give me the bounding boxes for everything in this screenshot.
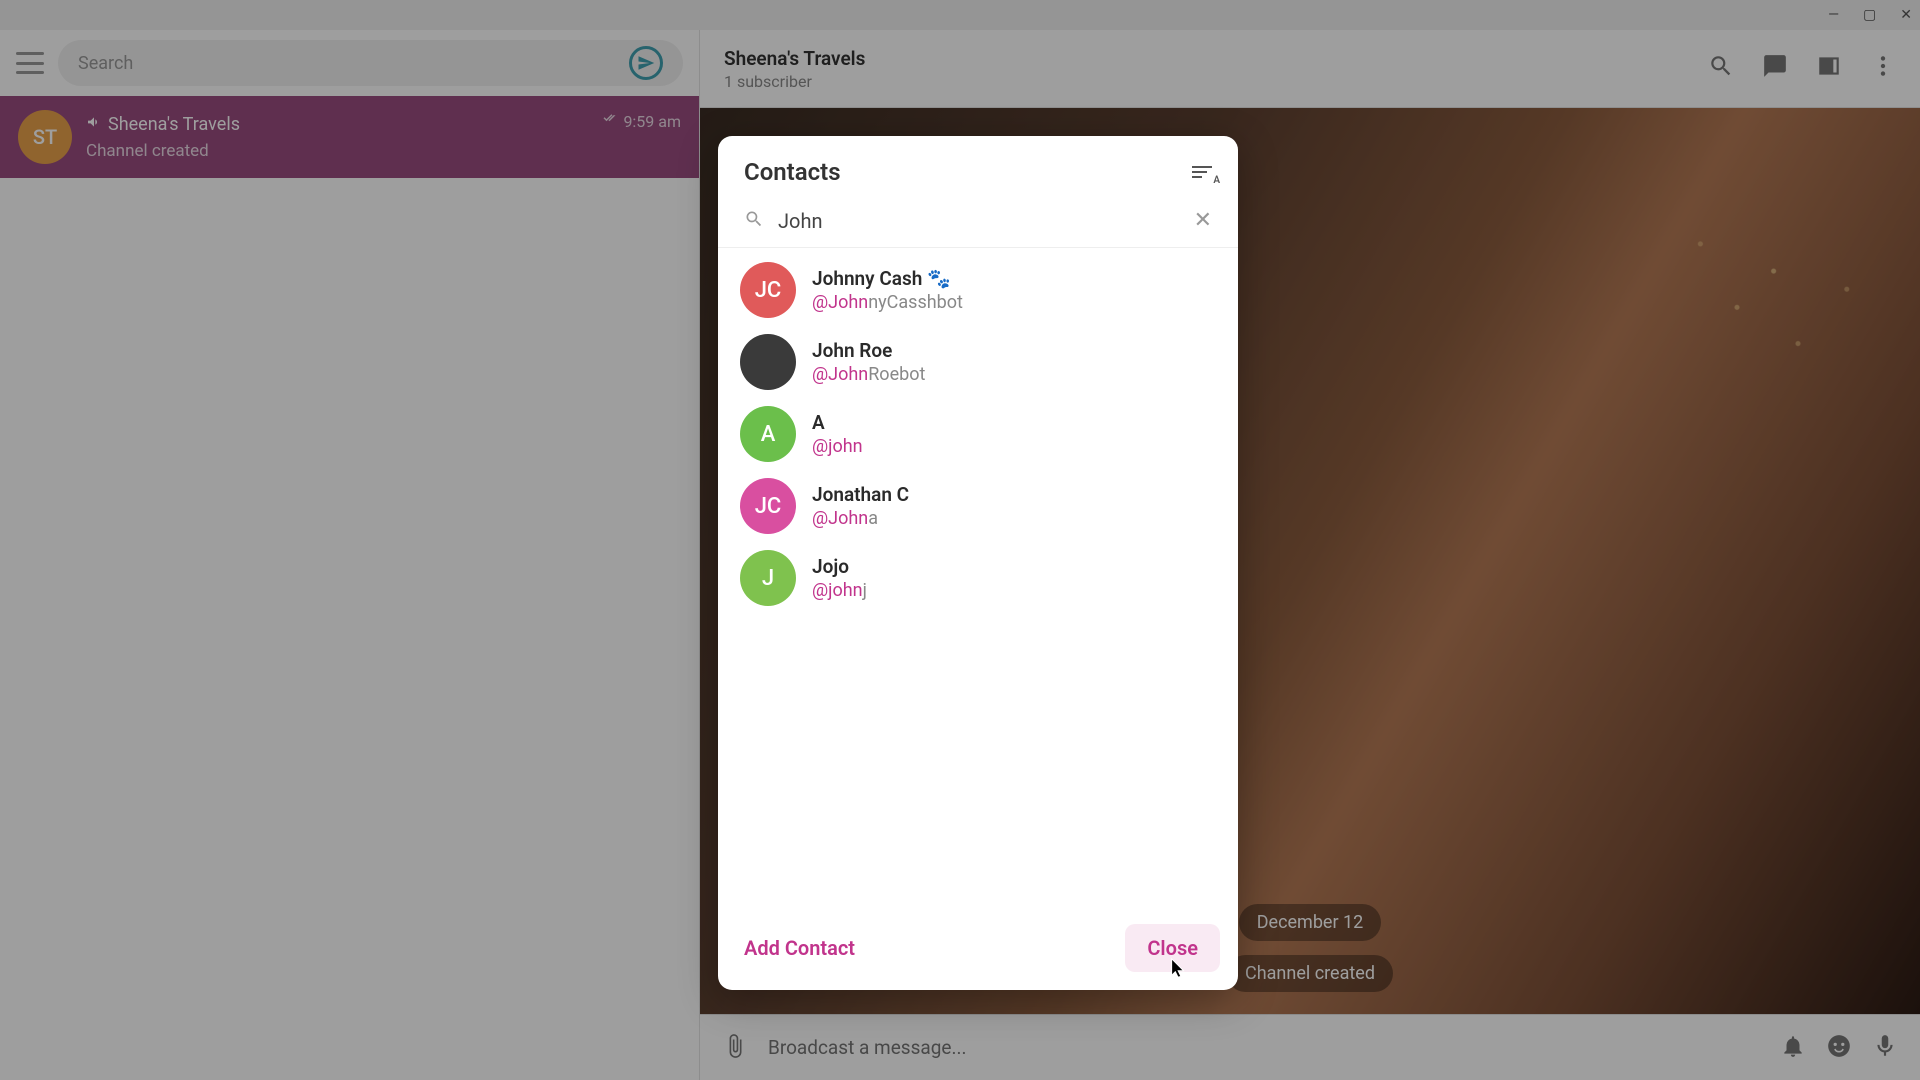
contact-row[interactable]: JC Johnny Cash 🐾@JohnnyCasshbot — [718, 254, 1238, 326]
contacts-modal: Contacts John ✕ JC Johnny Cash 🐾@JohnnyCa… — [718, 136, 1238, 990]
modal-title: Contacts — [744, 158, 841, 186]
mouse-cursor — [1168, 954, 1190, 982]
contact-avatar: JC — [740, 478, 796, 534]
contact-avatar: J — [740, 550, 796, 606]
contact-avatar — [740, 334, 796, 390]
contact-name: John Roe — [812, 339, 925, 362]
contact-avatar: JC — [740, 262, 796, 318]
contact-handle: @JohnRoebot — [812, 364, 925, 385]
contact-row[interactable]: J Jojo@johnj — [718, 542, 1238, 614]
search-icon — [744, 209, 764, 233]
clear-search-icon[interactable]: ✕ — [1194, 208, 1212, 233]
contacts-list: JCJohnny Cash 🐾@JohnnyCasshbotJohn Roe@J… — [718, 248, 1238, 910]
add-contact-button[interactable]: Add Contact — [740, 926, 859, 970]
contact-handle: @Johna — [812, 508, 909, 529]
contact-handle: @JohnnyCasshbot — [812, 292, 963, 313]
contact-row[interactable]: JC Jonathan C@Johna — [718, 470, 1238, 542]
sort-icon[interactable] — [1192, 166, 1212, 178]
contact-name: Jojo — [812, 555, 867, 578]
contact-name: A — [812, 411, 863, 434]
contact-row[interactable]: John Roe@JohnRoebot — [718, 326, 1238, 398]
contact-handle: @john — [812, 436, 863, 457]
contact-avatar: A — [740, 406, 796, 462]
contact-handle: @johnj — [812, 580, 867, 601]
contacts-search-input[interactable]: John — [778, 209, 1180, 233]
contact-name: Johnny Cash 🐾 — [812, 267, 963, 290]
contact-name: Jonathan C — [812, 483, 909, 506]
contact-row[interactable]: AA@john — [718, 398, 1238, 470]
